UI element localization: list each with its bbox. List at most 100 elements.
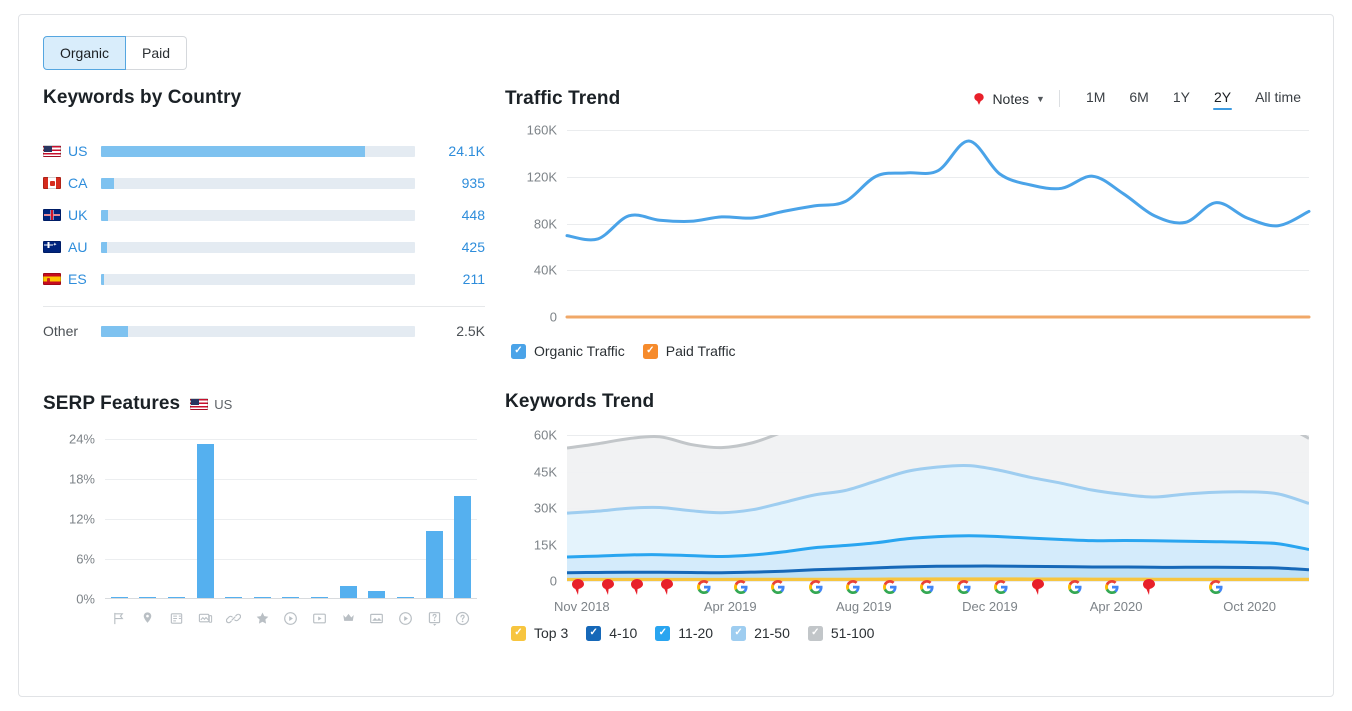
range-2y[interactable]: 2Y (1202, 87, 1243, 110)
google-update-marker-icon[interactable] (919, 579, 934, 595)
video-carousel-icon[interactable] (305, 611, 334, 626)
note-marker-icon[interactable] (660, 579, 674, 595)
country-row-us[interactable]: US 24.1K (43, 135, 485, 167)
toggle-organic[interactable]: Organic (43, 36, 127, 70)
legend-label: Top 3 (534, 625, 569, 641)
image-pack-icon[interactable] (191, 611, 220, 626)
serp-y-tick: 24% (68, 431, 95, 447)
google-update-marker-icon[interactable] (845, 579, 860, 595)
checkbox-icon[interactable]: ✓ (655, 625, 671, 641)
es-flag-icon (43, 273, 61, 285)
country-code[interactable]: US (68, 143, 87, 159)
country-code[interactable]: CA (68, 175, 87, 191)
google-update-marker-icon[interactable] (1068, 579, 1082, 595)
keywords-trend-markers[interactable] (567, 579, 1309, 595)
country-row-ca[interactable]: CA 935 (43, 167, 485, 199)
checkbox-icon[interactable]: ✓ (511, 625, 526, 641)
country-label: Other (43, 323, 101, 339)
keywords-legend-4-10[interactable]: ✓ 4-10 (586, 625, 637, 641)
traffic-y-tick: 0 (549, 309, 557, 325)
checkbox-icon[interactable]: ✓ (807, 625, 823, 641)
google-update-marker-icon[interactable] (994, 579, 1008, 595)
google-update-marker-icon[interactable] (808, 579, 823, 595)
serp-bar-cell[interactable] (448, 439, 477, 599)
keywords-trend-legend[interactable]: ✓ Top 3 ✓ 4-10 ✓ 11-20 ✓ 21-50 ✓ 51-100 (505, 625, 1313, 641)
country-value[interactable]: 935 (429, 175, 485, 191)
country-row-au[interactable]: AU 425 (43, 231, 485, 263)
traffic-type-toggle[interactable]: Organic Paid (43, 36, 188, 70)
range-1y[interactable]: 1Y (1161, 87, 1202, 110)
faq-icon[interactable] (420, 611, 449, 626)
serp-bar-cell[interactable] (219, 439, 248, 599)
note-marker-icon[interactable] (1031, 579, 1045, 595)
country-value[interactable]: 425 (429, 239, 485, 255)
video-icon[interactable] (277, 611, 306, 626)
range-all-time[interactable]: All time (1243, 87, 1313, 110)
serp-bar-cell[interactable] (191, 439, 220, 599)
serp-features-title: SERP Features (43, 393, 181, 414)
legend-label: Organic Traffic (534, 343, 625, 359)
knowledge-panel-icon[interactable] (448, 611, 477, 626)
country-value[interactable]: 24.1K (429, 143, 485, 159)
serp-country-selector[interactable]: US (190, 397, 232, 412)
google-update-marker-icon[interactable] (771, 579, 786, 595)
keywords-legend-21-50[interactable]: ✓ 21-50 (731, 625, 790, 641)
google-update-marker-icon[interactable] (734, 579, 748, 595)
top-stories-icon[interactable] (162, 611, 191, 626)
serp-bar-cell[interactable] (305, 439, 334, 599)
serp-bar[interactable] (454, 495, 472, 599)
google-update-marker-icon[interactable] (956, 579, 971, 595)
keywords-legend-11-20[interactable]: ✓ 11-20 (655, 625, 713, 641)
serp-bar[interactable] (425, 531, 443, 599)
range-1m[interactable]: 1M (1074, 87, 1117, 110)
time-range-selector[interactable]: 1M 6M 1Y 2Y All time (1074, 87, 1313, 110)
notes-dropdown[interactable]: Notes ▼ (972, 91, 1059, 107)
keywords-legend-51-100[interactable]: ✓ 51-100 (807, 625, 875, 641)
country-row-es[interactable]: ES 211 (43, 263, 485, 295)
checkbox-icon[interactable]: ✓ (511, 343, 526, 359)
serp-bar-cell[interactable] (248, 439, 277, 599)
serp-bar-cell[interactable] (105, 439, 134, 599)
traffic-legend-organic-traffic[interactable]: ✓ Organic Traffic (511, 343, 625, 359)
country-code[interactable]: AU (68, 239, 87, 255)
serp-bar-cell[interactable] (334, 439, 363, 599)
local-pack-icon[interactable] (134, 611, 163, 626)
google-update-marker-icon[interactable] (1105, 579, 1119, 595)
country-row-uk[interactable]: UK 448 (43, 199, 485, 231)
traffic-trend-legend[interactable]: ✓ Organic Traffic ✓ Paid Traffic (505, 343, 1313, 359)
google-update-marker-icon[interactable] (882, 579, 897, 595)
instant-answer-icon[interactable] (391, 611, 420, 626)
serp-bar-cell[interactable] (420, 439, 449, 599)
note-marker-icon[interactable] (630, 579, 644, 595)
checkbox-icon[interactable]: ✓ (731, 625, 747, 641)
serp-country-label: US (214, 396, 233, 412)
country-code[interactable]: ES (68, 271, 87, 287)
note-marker-icon[interactable] (1142, 579, 1156, 595)
checkbox-icon[interactable]: ✓ (642, 343, 658, 359)
reviews-icon[interactable] (248, 611, 277, 626)
toggle-paid[interactable]: Paid (126, 36, 188, 70)
serp-bar-cell[interactable] (391, 439, 420, 599)
serp-bar-cell[interactable] (362, 439, 391, 599)
traffic-legend-paid-traffic[interactable]: ✓ Paid Traffic (642, 343, 736, 359)
legend-label: 51-100 (830, 625, 875, 641)
note-marker-icon[interactable] (571, 579, 585, 595)
google-update-marker-icon[interactable] (697, 579, 711, 595)
featured-snippet-icon[interactable] (105, 611, 134, 626)
country-code[interactable]: UK (68, 207, 87, 223)
serp-bar-cell[interactable] (162, 439, 191, 599)
checkbox-icon[interactable]: ✓ (586, 625, 602, 641)
images-icon[interactable] (362, 611, 391, 626)
serp-bar-cell[interactable] (277, 439, 306, 599)
sitelinks-icon[interactable] (219, 611, 248, 626)
serp-bar-cell[interactable] (134, 439, 163, 599)
google-update-marker-icon[interactable] (1209, 579, 1223, 595)
keywords-legend-top-3[interactable]: ✓ Top 3 (511, 625, 568, 641)
featured-video-icon[interactable] (334, 611, 363, 626)
serp-bar[interactable] (196, 444, 214, 599)
country-value[interactable]: 448 (429, 207, 485, 223)
serp-bar[interactable] (339, 585, 357, 599)
country-value[interactable]: 211 (429, 271, 485, 287)
note-marker-icon[interactable] (601, 579, 615, 595)
range-6m[interactable]: 6M (1117, 87, 1160, 110)
